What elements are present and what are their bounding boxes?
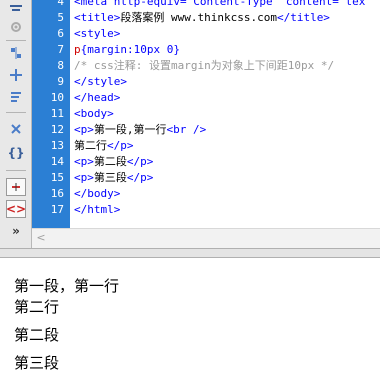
pane-divider[interactable] <box>0 248 380 258</box>
settings-icon[interactable] <box>6 18 26 36</box>
code-line[interactable]: <p>第三段</p> <box>74 170 153 186</box>
code-area[interactable]: <meta http-equiv="Content-Type" content=… <box>74 0 380 228</box>
line-number: 14 <box>50 155 64 168</box>
line-number: 5 <box>57 11 64 24</box>
preview-paragraph-1-line-1: 第一段，第一行 <box>14 277 120 295</box>
line-number: 7 <box>57 43 64 56</box>
preview-paragraph-2: 第二段 <box>14 326 60 344</box>
code-line[interactable]: <style> <box>74 26 120 42</box>
line-number: 15 <box>50 171 64 184</box>
code-line[interactable]: <title>段落案例 www.thinkcss.com</title> <box>74 10 330 26</box>
line-number: 17 <box>50 203 64 216</box>
code-line[interactable]: </style> <box>74 74 127 90</box>
code-line[interactable]: p{margin:10px 0} <box>74 42 180 58</box>
more-icon[interactable]: » <box>6 222 26 240</box>
line-number: 11 <box>50 107 64 120</box>
code-line[interactable]: </body> <box>74 186 120 202</box>
code-token: <style> <box>74 27 121 40</box>
code-line[interactable]: <p>第一段,第一行<br /> <box>74 122 206 138</box>
format-icon[interactable] <box>6 120 26 138</box>
code-token: </p> <box>126 171 154 184</box>
code-line[interactable]: <p>第二段</p> <box>74 154 153 170</box>
line-number-gutter: 4 5 6 7 8 9 10 11 12 13 14 15 16 17 <box>32 0 70 228</box>
line-number: 12 <box>50 123 64 136</box>
code-token: 段落案例 www.thinkcss.com <box>120 11 277 24</box>
code-token: <title> <box>74 11 121 24</box>
code-token: p <box>74 43 81 56</box>
braces-icon[interactable]: {} <box>6 144 26 162</box>
editor-toolbar: {} <> » <box>0 0 32 248</box>
code-editor[interactable]: {} <> » 4 5 6 7 8 9 10 11 12 13 14 15 16 17 <meta htt… <box>0 0 380 248</box>
code-token: {margin:10px 0} <box>80 43 180 56</box>
preview-pane: 第一段，第一行 第二行 第二段 第三段 <box>0 258 380 377</box>
code-line[interactable]: <meta http-equiv="Content-Type" content=… <box>74 0 365 10</box>
line-number: 10 <box>50 91 64 104</box>
code-token: /* css注释: 设置margin为对象上下间距10px */ <box>74 59 335 72</box>
code-token: <p> <box>74 123 94 136</box>
wrap-icon[interactable] <box>6 88 26 106</box>
code-token: 第二段 <box>93 155 127 168</box>
line-number: 9 <box>57 75 64 88</box>
code-line[interactable]: /* css注释: 设置margin为对象上下间距10px */ <box>74 58 334 74</box>
code-token: </p> <box>126 155 154 168</box>
line-number: 6 <box>57 27 64 40</box>
code-token: </title> <box>276 11 330 24</box>
code-token: 第二行 <box>74 139 107 152</box>
code-token: 第三段 <box>93 171 127 184</box>
code-token: <body> <box>74 107 114 120</box>
code-token: <p> <box>74 155 94 168</box>
code-token: </style> <box>74 75 127 88</box>
code-token: <meta http-equiv="Content-Type" content=… <box>74 0 366 8</box>
line-number: 4 <box>57 0 64 8</box>
toolbar-divider <box>6 112 26 113</box>
code-token: <p> <box>74 171 94 184</box>
highlight-icon[interactable] <box>6 178 26 196</box>
toolbar-divider <box>6 170 26 171</box>
line-number: 13 <box>50 139 64 152</box>
expand-icon[interactable] <box>6 66 26 84</box>
horizontal-scrollbar[interactable]: < <box>32 228 380 248</box>
preview-paragraph-1-line-2: 第二行 <box>14 298 60 316</box>
code-line[interactable]: 第二行</p> <box>74 138 134 154</box>
line-number: 16 <box>50 187 64 200</box>
code-token: </body> <box>74 187 121 200</box>
toolbar-divider <box>6 40 26 41</box>
code-token: <br /> <box>166 123 207 136</box>
code-line[interactable]: </html> <box>74 202 120 218</box>
code-token: </html> <box>74 203 121 216</box>
split-icon[interactable] <box>6 44 26 62</box>
collapse-icon[interactable] <box>6 0 26 18</box>
scroll-left-icon[interactable]: < <box>34 231 48 245</box>
code-line[interactable]: <body> <box>74 106 114 122</box>
code-token: 第一段,第一行 <box>93 123 167 136</box>
line-number: 8 <box>57 59 64 72</box>
preview-paragraph-3: 第三段 <box>14 354 60 372</box>
tag-icon[interactable]: <> <box>6 200 26 218</box>
code-token: </head> <box>74 91 121 104</box>
code-line[interactable]: </head> <box>74 90 120 106</box>
code-token: </p> <box>107 139 134 152</box>
